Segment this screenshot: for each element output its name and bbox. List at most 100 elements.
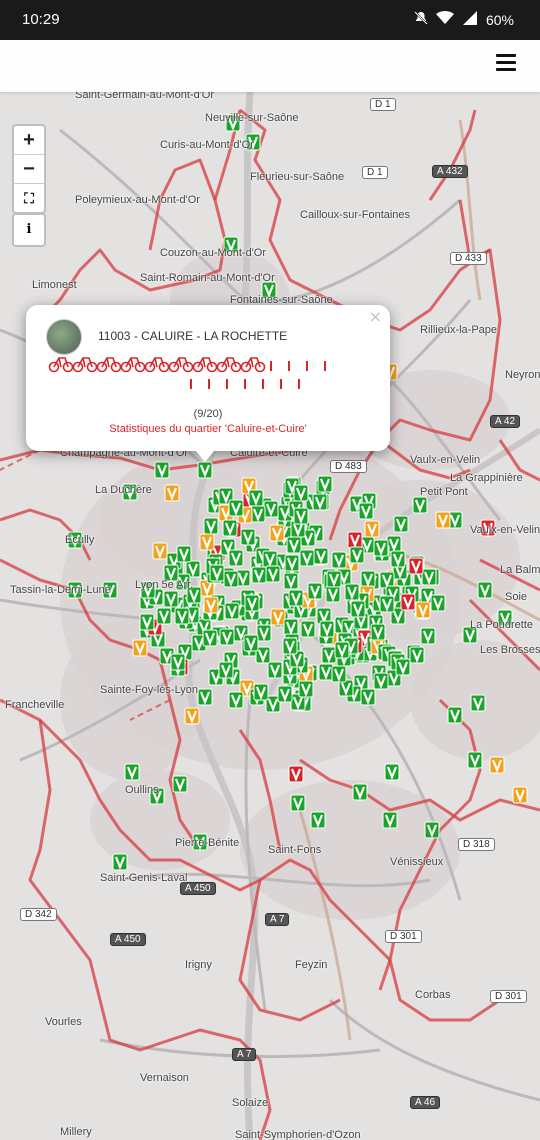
station-marker-icon[interactable] — [334, 641, 350, 659]
station-marker-icon[interactable] — [477, 581, 493, 599]
station-marker-icon[interactable] — [174, 607, 190, 625]
station-marker-icon[interactable] — [312, 493, 328, 511]
station-marker-icon[interactable] — [409, 646, 425, 664]
station-marker-icon[interactable] — [240, 528, 256, 546]
station-marker-icon[interactable] — [393, 515, 409, 533]
map-layer[interactable] — [0, 92, 540, 1140]
station-marker-icon[interactable] — [307, 582, 323, 600]
station-marker-icon[interactable] — [325, 585, 341, 603]
info-button[interactable]: i — [12, 213, 46, 247]
station-marker-icon[interactable] — [251, 566, 267, 584]
station-marker-icon[interactable] — [124, 763, 140, 781]
station-marker-icon[interactable] — [349, 546, 365, 564]
station-marker-icon[interactable] — [430, 594, 446, 612]
station-marker-icon[interactable] — [360, 570, 376, 588]
station-marker-icon[interactable] — [313, 547, 329, 565]
station-marker-icon[interactable] — [382, 811, 398, 829]
station-marker-icon[interactable] — [270, 608, 286, 626]
menu-button[interactable] — [496, 54, 516, 76]
station-marker-icon[interactable] — [163, 590, 179, 608]
station-marker-icon[interactable] — [300, 620, 316, 638]
station-marker-icon[interactable] — [384, 763, 400, 781]
station-marker-icon[interactable] — [253, 683, 269, 701]
station-marker-icon[interactable] — [470, 694, 486, 712]
station-marker-icon[interactable] — [256, 624, 272, 642]
station-marker-icon[interactable] — [197, 461, 213, 479]
station-marker-icon[interactable] — [154, 461, 170, 479]
station-marker-icon[interactable] — [277, 685, 293, 703]
station-marker-icon[interactable] — [424, 821, 440, 839]
station-marker-icon[interactable] — [352, 783, 368, 801]
station-marker-icon[interactable] — [172, 775, 188, 793]
station-marker-icon[interactable] — [321, 646, 337, 664]
station-marker-icon[interactable] — [248, 489, 264, 507]
station-marker-icon[interactable] — [373, 672, 389, 690]
map-view[interactable]: D 1 A 432 D 1 D 433 D 483 A 42 A 450 D 342 A 7 A … — [0, 92, 540, 1140]
zoom-out-button[interactable]: − — [14, 155, 44, 184]
station-marker-icon[interactable] — [347, 531, 363, 549]
station-marker-icon[interactable] — [243, 634, 259, 652]
station-marker-icon[interactable] — [467, 751, 483, 769]
station-marker-icon[interactable] — [420, 627, 436, 645]
station-marker-icon[interactable] — [284, 554, 300, 572]
station-marker-icon[interactable] — [283, 572, 299, 590]
station-marker-icon[interactable] — [326, 570, 342, 588]
station-marker-icon[interactable] — [218, 661, 234, 679]
station-marker-icon[interactable] — [400, 593, 416, 611]
station-marker-icon[interactable] — [228, 691, 244, 709]
station-marker-icon[interactable] — [176, 545, 192, 563]
station-marker-icon[interactable] — [319, 620, 335, 638]
station-marker-icon[interactable] — [373, 539, 389, 557]
station-marker-icon[interactable] — [489, 756, 505, 774]
station-marker-icon[interactable] — [224, 602, 240, 620]
station-marker-icon[interactable] — [379, 595, 395, 613]
station-marker-icon[interactable] — [288, 589, 304, 607]
station-marker-icon[interactable] — [209, 564, 225, 582]
station-marker-icon[interactable] — [219, 628, 235, 646]
station-marker-icon[interactable] — [197, 688, 213, 706]
station-marker-icon[interactable] — [293, 484, 309, 502]
station-marker-icon[interactable] — [265, 565, 281, 583]
station-marker-icon[interactable] — [152, 542, 168, 560]
station-marker-icon[interactable] — [331, 665, 347, 683]
station-marker-icon[interactable] — [512, 786, 528, 804]
station-marker-icon[interactable] — [112, 853, 128, 871]
station-marker-icon[interactable] — [390, 550, 406, 568]
station-marker-icon[interactable] — [164, 484, 180, 502]
station-marker-icon[interactable] — [282, 637, 298, 655]
station-marker-icon[interactable] — [415, 601, 431, 619]
station-marker-icon[interactable] — [170, 653, 186, 671]
station-marker-icon[interactable] — [421, 568, 437, 586]
station-marker-icon[interactable] — [317, 475, 333, 493]
zoom-in-button[interactable]: + — [14, 126, 44, 155]
station-marker-icon[interactable] — [370, 623, 386, 641]
station-marker-icon[interactable] — [286, 536, 302, 554]
station-marker-icon[interactable] — [360, 688, 376, 706]
station-marker-icon[interactable] — [318, 663, 334, 681]
station-marker-icon[interactable] — [288, 765, 304, 783]
station-marker-icon[interactable] — [139, 613, 155, 631]
station-marker-icon[interactable] — [408, 557, 424, 575]
station-marker-icon[interactable] — [412, 496, 428, 514]
station-marker-icon[interactable] — [395, 658, 411, 676]
station-marker-icon[interactable] — [310, 811, 326, 829]
station-marker-icon[interactable] — [299, 549, 315, 567]
station-marker-icon[interactable] — [298, 680, 314, 698]
station-marker-icon[interactable] — [199, 533, 215, 551]
station-marker-icon[interactable] — [223, 570, 239, 588]
station-marker-icon[interactable] — [262, 550, 278, 568]
station-marker-icon[interactable] — [184, 707, 200, 725]
station-marker-icon[interactable] — [228, 499, 244, 517]
station-marker-icon[interactable] — [283, 618, 299, 636]
station-marker-icon[interactable] — [358, 502, 374, 520]
station-marker-icon[interactable] — [132, 639, 148, 657]
station-marker-icon[interactable] — [350, 600, 366, 618]
station-marker-icon[interactable] — [293, 507, 309, 525]
station-marker-icon[interactable] — [364, 520, 380, 538]
station-marker-icon[interactable] — [202, 629, 218, 647]
station-marker-icon[interactable] — [331, 551, 347, 569]
station-marker-icon[interactable] — [290, 794, 306, 812]
station-marker-icon[interactable] — [435, 511, 451, 529]
station-marker-icon[interactable] — [250, 505, 266, 523]
station-marker-icon[interactable] — [228, 549, 244, 567]
